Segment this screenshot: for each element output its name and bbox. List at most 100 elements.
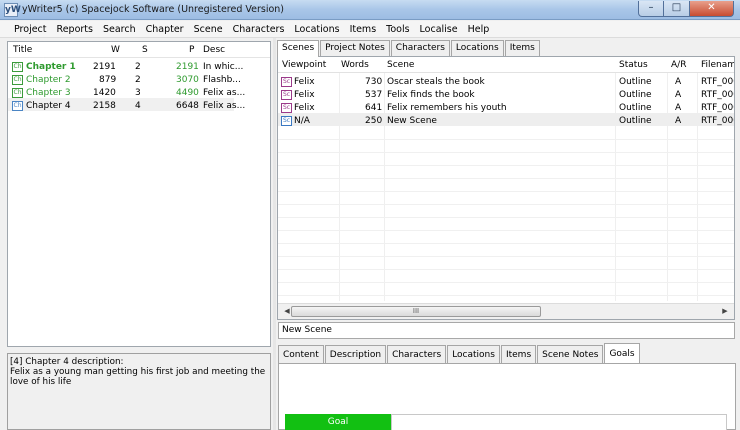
scene-title: Felix finds the book xyxy=(387,90,475,100)
col-title[interactable]: Title xyxy=(13,45,32,55)
chapter-words: 1420 xyxy=(93,88,116,98)
chapter-position: 2191 xyxy=(176,62,199,72)
scroll-thumb[interactable]: III xyxy=(291,306,541,317)
tab-description[interactable]: Description xyxy=(324,345,387,363)
grid-line xyxy=(278,256,734,257)
tab-scene-characters[interactable]: Characters xyxy=(387,345,447,363)
scene-row-selected[interactable]: Sc N/A 250 New Scene Outline A RTF_0001 xyxy=(278,113,734,126)
col-s[interactable]: S xyxy=(142,45,148,55)
grid-line xyxy=(278,204,734,205)
scene-ar: A xyxy=(675,77,682,87)
scene-icon: Sc xyxy=(281,90,292,100)
chapter-words: 2191 xyxy=(93,62,116,72)
menu-locations[interactable]: Locations xyxy=(289,24,344,35)
menu-tools[interactable]: Tools xyxy=(381,24,414,35)
close-button[interactable]: ✕ xyxy=(690,1,734,17)
grid-line xyxy=(278,139,734,140)
scroll-right-icon[interactable]: ▶ xyxy=(720,306,730,317)
scene-status: Outline xyxy=(619,90,652,100)
chapter-title: Chapter 4 xyxy=(26,101,71,111)
col-status[interactable]: Status xyxy=(619,60,648,70)
horizontal-scrollbar[interactable]: ◀ III ▶ xyxy=(278,303,734,319)
scene-name-field[interactable]: New Scene xyxy=(278,322,735,339)
scene-grid-header: Viewpoint Words Scene Status A/R Filenam… xyxy=(278,57,734,73)
scene-grid[interactable]: Viewpoint Words Scene Status A/R Filenam… xyxy=(277,56,735,320)
col-p[interactable]: P xyxy=(189,45,194,55)
chapter-row[interactable]: Ch Chapter 2 879 2 3070 Flashb... xyxy=(8,72,270,85)
col-ar[interactable]: A/R xyxy=(671,60,686,70)
menu-chapter[interactable]: Chapter xyxy=(141,24,189,35)
col-words[interactable]: Words xyxy=(341,60,369,70)
scene-filename: RTF_0000 xyxy=(701,90,734,100)
scene-title: Felix remembers his youth xyxy=(387,103,507,113)
menu-reports[interactable]: Reports xyxy=(52,24,98,35)
chapter-row[interactable]: Ch Chapter 1 2191 2 2191 In whic... xyxy=(8,59,270,72)
chapter-description-box[interactable]: [4] Chapter 4 description: Felix as a yo… xyxy=(7,353,271,430)
col-desc[interactable]: Desc xyxy=(203,45,225,55)
tab-characters[interactable]: Characters xyxy=(390,40,450,56)
scene-ar: A xyxy=(675,103,682,113)
tab-scene-items[interactable]: Items xyxy=(500,345,537,363)
tab-scene-locations[interactable]: Locations xyxy=(447,345,500,363)
minimize-button[interactable]: – xyxy=(638,1,664,17)
menu-help[interactable]: Help xyxy=(463,24,495,35)
tab-project-notes[interactable]: Project Notes xyxy=(320,40,390,56)
chapter-list-header: Title W S P Desc xyxy=(8,42,270,58)
scene-filename: RTF_0001 xyxy=(701,116,734,126)
scene-ar: A xyxy=(675,90,682,100)
chapter-words: 879 xyxy=(99,75,117,85)
scene-row[interactable]: Sc Felix 641 Felix remembers his youth O… xyxy=(278,100,734,113)
grid-line xyxy=(278,243,734,244)
col-filename[interactable]: Filename xyxy=(701,60,734,70)
chapter-title: Chapter 2 xyxy=(26,75,71,85)
menu-search[interactable]: Search xyxy=(98,24,141,35)
tab-scene-notes[interactable]: Scene Notes xyxy=(537,345,604,363)
grid-line xyxy=(278,152,734,153)
tab-locations[interactable]: Locations xyxy=(450,40,504,56)
menu-characters[interactable]: Characters xyxy=(228,24,290,35)
goals-panel: Goal xyxy=(278,363,736,430)
goal-progress-bar: Goal xyxy=(285,414,391,430)
chapter-icon: Ch xyxy=(12,101,23,111)
menu-localise[interactable]: Localise xyxy=(415,24,463,35)
scene-detail-tabs: Content Description Characters Locations… xyxy=(278,343,641,363)
tab-items[interactable]: Items xyxy=(504,40,540,56)
col-viewpoint[interactable]: Viewpoint xyxy=(282,60,326,70)
grid-line xyxy=(278,282,734,283)
scene-row[interactable]: Sc Felix 730 Oscar steals the book Outli… xyxy=(278,74,734,87)
menu-project[interactable]: Project xyxy=(9,24,52,35)
maximize-button[interactable]: □ xyxy=(664,1,690,17)
tab-content[interactable]: Content xyxy=(278,345,324,363)
chapter-list[interactable]: Title W S P Desc Ch Chapter 1 2191 2 219… xyxy=(7,41,271,347)
scene-viewpoint: Felix xyxy=(294,90,315,100)
chapter-row-selected[interactable]: Ch Chapter 4 2158 4 6648 Felix as... xyxy=(8,98,245,111)
scene-viewpoint: Felix xyxy=(294,77,315,87)
chapter-title: Chapter 3 xyxy=(26,88,71,98)
chapter-row[interactable]: Ch Chapter 3 1420 3 4490 Felix as... xyxy=(8,85,270,98)
menu-items[interactable]: Items xyxy=(345,24,382,35)
col-w[interactable]: W xyxy=(111,45,120,55)
scene-title: Oscar steals the book xyxy=(387,77,485,87)
chapter-desc: Flashb... xyxy=(203,75,241,85)
tab-goals[interactable]: Goals xyxy=(604,343,640,363)
chapter-scenes: 2 xyxy=(135,62,141,72)
app-icon[interactable]: yW xyxy=(4,3,21,17)
panel-splitter[interactable] xyxy=(273,38,276,430)
chapter-words: 2158 xyxy=(93,101,116,111)
chapter-description-heading: [4] Chapter 4 description: xyxy=(10,357,124,367)
scene-icon: Sc xyxy=(281,103,292,113)
window-controls: – □ ✕ xyxy=(638,1,734,18)
menu-scene[interactable]: Scene xyxy=(189,24,228,35)
scene-viewpoint: N/A xyxy=(294,116,310,126)
scene-ar: A xyxy=(675,116,682,126)
grid-line xyxy=(278,191,734,192)
scene-row[interactable]: Sc Felix 537 Felix finds the book Outlin… xyxy=(278,87,734,100)
chapter-title: Chapter 1 xyxy=(26,62,76,72)
chapter-icon: Ch xyxy=(12,88,23,98)
window-title: yWriter5 (c) Spacejock Software (Unregis… xyxy=(22,4,285,15)
scene-status: Outline xyxy=(619,103,652,113)
col-scene[interactable]: Scene xyxy=(387,60,414,70)
scene-viewpoint: Felix xyxy=(294,103,315,113)
tab-scenes[interactable]: Scenes xyxy=(277,40,320,57)
scene-filename: RTF_0000 xyxy=(701,77,734,87)
